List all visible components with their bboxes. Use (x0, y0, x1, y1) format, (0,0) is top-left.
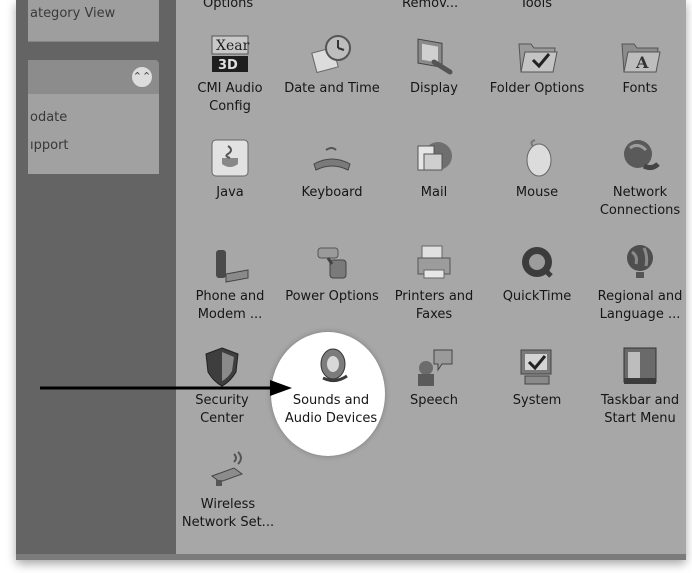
speech-icon (418, 349, 453, 386)
cp-item-label: Java (216, 185, 244, 200)
pointer-arrow-icon (40, 380, 292, 396)
help-support-link[interactable]: ıpport (30, 138, 69, 153)
folder-options-icon (518, 43, 558, 73)
system-icon (520, 349, 552, 385)
cp-item-speech[interactable]: Speech (382, 344, 486, 410)
cp-item-label: Regional and Language ... (597, 289, 683, 322)
cp-item-fonts[interactable]: A Fonts (588, 32, 692, 98)
cp-item-regional-language[interactable]: Regional and Language ... (588, 240, 692, 324)
display-icon (417, 38, 453, 75)
cp-item-label: Folder Options (489, 81, 585, 96)
taskbar-start-menu-icon (623, 347, 657, 384)
mouse-icon (526, 139, 552, 177)
cp-item-power-options[interactable]: Power Options (280, 240, 384, 306)
cp-item-cmi-audio[interactable]: Xear 3D CMI Audio Config (178, 32, 282, 116)
cp-item-mail[interactable]: Mail (382, 136, 486, 202)
collapse-chevron-icon[interactable]: ⌃⌃ (131, 66, 153, 88)
cp-item-wireless-network[interactable]: Wireless Network Set... (176, 448, 280, 532)
cp-item-quicktime[interactable]: QuickTime (485, 240, 589, 306)
top-item-label[interactable]: Tools (520, 0, 552, 11)
power-options-icon (317, 247, 347, 279)
cp-item-label: Phone and Modem ... (195, 289, 265, 322)
cp-item-label: Date and Time (284, 81, 380, 96)
switch-view-panel[interactable]: ategory View (28, 0, 159, 42)
cp-item-date-time[interactable]: Date and Time (280, 32, 384, 98)
cp-item-label: CMI Audio Config (197, 81, 263, 114)
windows-update-link[interactable]: odate (30, 110, 67, 125)
mail-icon (417, 142, 452, 171)
phone-modem-icon (216, 250, 249, 283)
see-also-header[interactable]: ⌃⌃ (28, 60, 159, 94)
cp-item-keyboard[interactable]: Keyboard (280, 136, 384, 202)
cp-item-label: Network Connections (599, 185, 681, 218)
cp-item-phone-modem[interactable]: Phone and Modem ... (178, 240, 282, 324)
cp-item-taskbar-start-menu[interactable]: Taskbar and Start Menu (588, 344, 692, 428)
cp-item-label: Printers and Faxes (394, 289, 474, 322)
java-icon (211, 139, 249, 177)
sounds-audio-icon (320, 348, 348, 383)
cp-item-label: Taskbar and Start Menu (600, 393, 680, 426)
cp-item-label: Display (410, 81, 458, 96)
cp-item-label: QuickTime (502, 289, 572, 304)
quicktime-icon (522, 247, 553, 278)
cmi-audio-icon: Xear 3D (211, 35, 250, 73)
svg-text:3D: 3D (218, 58, 238, 73)
svg-text:A: A (635, 53, 649, 72)
cp-item-label: Power Options (285, 289, 379, 304)
wireless-network-icon (210, 451, 244, 486)
top-item-label[interactable]: Remov... (402, 0, 458, 11)
date-time-icon (311, 35, 351, 74)
fonts-icon: A (621, 43, 661, 73)
cp-item-network-connections[interactable]: Network Connections (588, 136, 692, 220)
cp-item-folder-options[interactable]: Folder Options (485, 32, 589, 98)
cp-item-system[interactable]: System (485, 344, 589, 410)
cp-item-java[interactable]: Java (178, 136, 282, 202)
see-also-panel: odate ıpport (28, 94, 159, 174)
cp-item-label: Wireless Network Set... (181, 497, 275, 530)
status-bar (16, 554, 686, 560)
cp-item-label: Mail (420, 185, 448, 200)
cp-item-label: Keyboard (301, 185, 363, 200)
cp-item-printers-faxes[interactable]: Printers and Faxes (382, 240, 486, 324)
svg-text:Xear: Xear (216, 38, 250, 54)
network-connections-icon (624, 140, 660, 171)
cp-item-display[interactable]: Display (382, 32, 486, 98)
cp-item-label: Fonts (622, 81, 658, 96)
cp-item-label: Speech (410, 393, 458, 408)
cp-item-label: Mouse (515, 185, 559, 200)
cp-item-label: System (512, 393, 562, 408)
top-item-label[interactable]: Options (203, 0, 253, 11)
keyboard-icon (313, 147, 351, 171)
category-view-link[interactable]: ategory View (30, 6, 115, 21)
regional-language-icon (627, 245, 653, 278)
printers-faxes-icon (417, 245, 451, 279)
cp-item-mouse[interactable]: Mouse (485, 136, 589, 202)
